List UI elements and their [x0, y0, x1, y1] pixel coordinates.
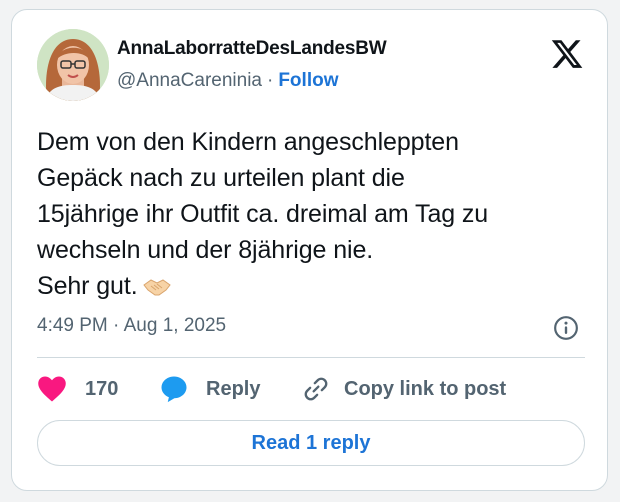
reply-label: Reply [206, 377, 261, 400]
like-count: 170 [85, 377, 119, 400]
tweet-text: Dem von den Kindern angeschleppten Gepäc… [37, 124, 597, 304]
tweet-line: Dem von den Kindern angeschleppten [37, 128, 459, 156]
tweet-card: AnnaLaborratteDesLandesBW @AnnaCareninia… [11, 9, 608, 491]
separator-dot: · [267, 70, 274, 91]
tweet-line: wechseln und der 8jährige nie. [37, 236, 374, 264]
avatar-image [37, 29, 109, 101]
reply-bubble-icon [161, 376, 187, 403]
copy-link-button[interactable]: Copy link to post [302, 374, 506, 404]
info-icon[interactable] [553, 315, 579, 341]
tweet-line: Gepäck nach zu urteilen plant die [37, 164, 405, 192]
tweet-line-last: Sehr gut. [37, 268, 597, 304]
action-bar: 170 Reply Copy link to post [37, 374, 587, 404]
tweet-line: 15jährige ihr Outfit ca. dreimal am Tag … [37, 200, 489, 228]
tweet-last-text: Sehr gut. [37, 272, 138, 300]
read-replies-button[interactable]: Read 1 reply [37, 420, 585, 466]
like-button[interactable]: 170 [37, 374, 118, 404]
divider [37, 357, 585, 358]
tweet-timestamp[interactable]: 4:49 PM · Aug 1, 2025 [37, 315, 226, 337]
display-name[interactable]: AnnaLaborratteDesLandesBW [117, 38, 387, 60]
tweet-time: 4:49 PM [37, 315, 108, 336]
handshake-icon [142, 279, 171, 296]
follow-button[interactable]: Follow [278, 70, 338, 91]
separator-dot: · [113, 315, 120, 336]
avatar[interactable] [37, 29, 109, 101]
x-logo-icon[interactable] [550, 37, 584, 71]
tweet-date: Aug 1, 2025 [123, 315, 227, 336]
copy-link-label: Copy link to post [344, 377, 507, 400]
link-icon [304, 377, 328, 401]
user-handle[interactable]: @AnnaCareninia [117, 70, 262, 91]
handle-row: @AnnaCareninia · Follow [117, 70, 338, 92]
reply-button[interactable]: Reply [159, 374, 260, 404]
heart-icon [38, 376, 66, 402]
